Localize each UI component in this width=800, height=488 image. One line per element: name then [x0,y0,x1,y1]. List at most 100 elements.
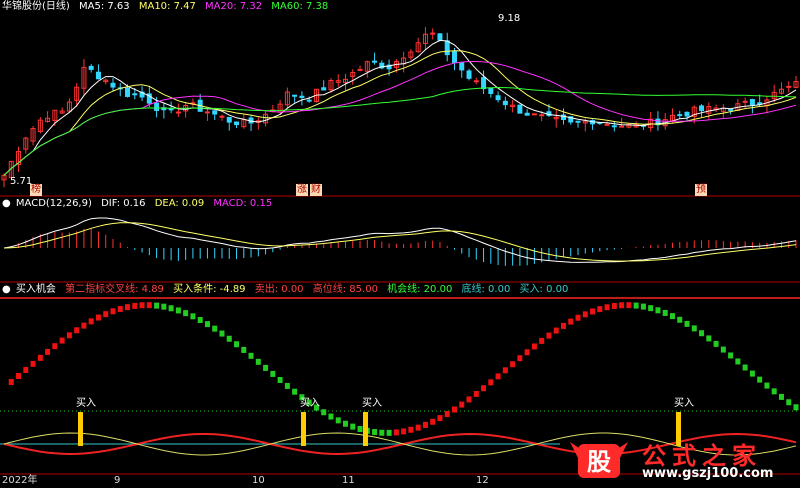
candle-body [154,102,160,111]
signal-block [553,327,559,334]
signal-block [212,325,218,332]
signal-block [183,310,189,317]
candle-body [466,70,472,79]
signal-block [59,337,65,344]
signal-block [277,376,283,383]
signal-block [713,340,719,347]
candle-body [749,99,755,106]
signal-block [677,316,683,323]
candle-body [742,100,748,103]
candle-body [372,60,378,63]
signal-block [669,313,675,320]
candle-body [473,80,479,83]
event-marker-3[interactable]: 财 [310,184,322,196]
dif-label: DIF: 0.16 [101,198,146,209]
watermark: 股 公式之家 www.gszj100.com [564,436,792,484]
signal-block [154,302,160,309]
high-line-label: 高位线: 85.00 [312,284,378,295]
signal-block [110,308,116,315]
watermark-logo-icon: 股 [570,442,628,478]
signal-block [720,346,726,353]
buy-value-label: 买入: 0.00 [519,284,569,295]
signal-block [393,429,399,436]
signal-block [168,305,174,312]
candle-body [517,104,523,114]
signal-block [45,348,51,355]
signal-block [502,367,508,374]
signal-block [604,304,610,311]
candle-body [175,111,181,114]
signal-block [582,311,588,318]
ma20-line [3,61,797,176]
candle-body [619,125,625,128]
candle-body [299,95,305,99]
signal-block [473,390,479,397]
signal-block [52,343,58,350]
buy-signal-bar-3 [363,412,368,446]
candle-body [481,77,487,90]
stock-title: 华锦股份(日线) [2,1,70,12]
ma5-line [3,39,797,176]
signal-block [684,320,690,327]
candle-body [234,121,240,126]
signal-block [691,325,697,332]
signal-block [270,370,276,377]
signal-block [546,332,552,339]
candle-body [444,40,450,56]
signal-block [451,406,457,413]
signal-block [793,404,799,411]
signal-block [444,410,450,417]
signal-block [524,349,530,356]
signal-block [66,332,72,339]
signal-block [219,330,225,337]
signal-block [422,421,428,428]
signal-block [611,302,617,309]
signal-block [190,313,196,320]
signal-block [197,317,203,324]
candle-body [212,110,218,115]
signal-block [539,337,545,344]
signal-block [626,302,632,309]
event-marker-1[interactable]: 榜 [30,184,42,196]
signal-block [590,308,596,315]
candle-body [226,116,232,123]
signal-block [764,382,770,389]
signal-block [742,364,748,371]
candle-body [88,65,94,70]
event-marker-2[interactable]: 涨 [296,184,308,196]
signal-legend: ● 买入机会 第二指标交叉线: 4.89 买入条件: -4.89 卖出: 0.0… [2,284,574,296]
signal-block [204,321,210,328]
signal-block [619,302,625,309]
event-marker-4[interactable]: 预 [695,184,707,196]
signal-block [343,420,349,427]
ma10-label: MA10: 7.47 [138,1,196,12]
signal-block [8,379,14,386]
candle-body [132,93,138,96]
ma5-label: MA5: 7.63 [79,1,130,12]
signal-block [248,352,254,359]
macd-legend: ● MACD(12,26,9) DIF: 0.16 DEA: 0.09 MACD… [2,198,278,210]
watermark-logo-char: 股 [587,448,611,476]
signal-block [321,409,327,416]
chart-svg [0,26,800,475]
bottom-line-label: 底线: 0.00 [461,284,511,295]
signal-block [597,306,603,313]
candle-body [786,85,792,88]
candle-body [95,71,101,80]
x-label-oct: 10 [252,475,265,486]
signal-block [401,428,407,435]
signal-block [292,388,298,395]
signal-block [575,314,581,321]
candle-body [611,125,617,128]
signal-block [132,302,138,309]
watermark-url: www.gszj100.com [642,466,774,481]
signal-block [699,330,705,337]
ma60-line [3,86,797,176]
signal-block [23,366,29,373]
signal-block [161,303,167,310]
buy-signal-bar-1 [78,412,83,446]
x-label-dec: 12 [476,475,489,486]
dea-label: DEA: 0.09 [154,198,205,209]
candle-body [459,62,465,71]
candle-body [699,105,705,112]
